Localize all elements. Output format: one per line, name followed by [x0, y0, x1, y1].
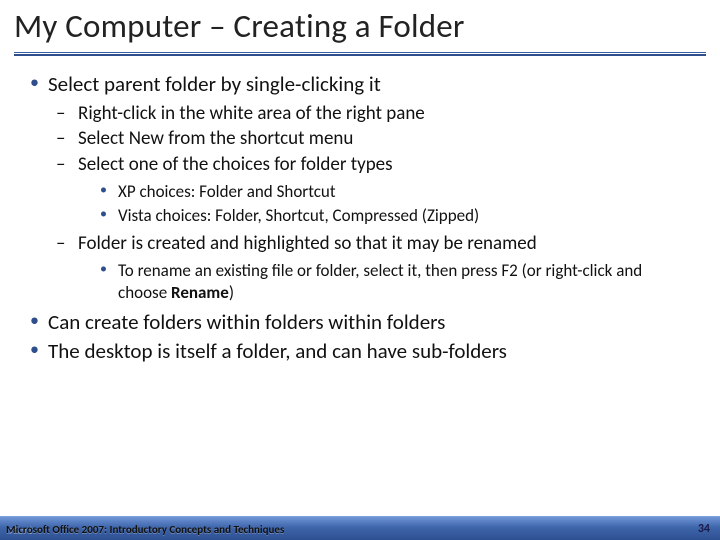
bullet-text: Right-click in the white area of the rig…: [78, 102, 425, 125]
list-item: Select parent folder by single-clicking …: [28, 72, 692, 304]
page-number: 34: [698, 522, 710, 536]
list-item: XP choices: Folder and Shortcut: [100, 181, 692, 203]
bullet-text-bold: Rename: [171, 282, 229, 303]
bullet-text: Can create folders within folders within…: [48, 309, 445, 335]
bullet-text: XP choices: Folder and Shortcut: [118, 181, 336, 202]
slide-title: My Computer – Creating a Folder: [14, 6, 706, 46]
bullet-text: Folder is created and highlighted so tha…: [78, 232, 537, 255]
slide: My Computer – Creating a Folder Select p…: [0, 0, 720, 540]
list-item: Right-click in the white area of the rig…: [56, 102, 692, 126]
bullet-text: Select one of the choices for folder typ…: [78, 153, 393, 176]
list-item: To rename an existing file or folder, se…: [100, 260, 692, 304]
title-block: My Computer – Creating a Folder: [0, 0, 720, 56]
sub-list: Right-click in the white area of the rig…: [48, 102, 692, 304]
bullet-text: Vista choices: Folder, Shortcut, Compres…: [118, 205, 479, 226]
sub-sub-list: To rename an existing file or folder, se…: [78, 260, 692, 304]
footer-left-text: Microsoft Office 2007: Introductory Conc…: [6, 523, 284, 536]
list-item: The desktop is itself a folder, and can …: [28, 339, 692, 365]
content-area: Select parent folder by single-clicking …: [0, 56, 720, 365]
list-item: Select New from the shortcut menu: [56, 127, 692, 151]
bullet-text: The desktop is itself a folder, and can …: [48, 338, 507, 364]
list-item: Select one of the choices for folder typ…: [56, 153, 692, 226]
bullet-text: Select New from the shortcut menu: [78, 127, 353, 150]
bullet-text: ): [229, 282, 234, 303]
sub-sub-list: XP choices: Folder and Shortcut Vista ch…: [78, 181, 692, 227]
bullet-list: Select parent folder by single-clicking …: [28, 72, 692, 365]
list-item: Vista choices: Folder, Shortcut, Compres…: [100, 205, 692, 227]
list-item: Can create folders within folders within…: [28, 310, 692, 336]
list-item: Folder is created and highlighted so tha…: [56, 232, 692, 303]
bullet-text: Select parent folder by single-clicking …: [48, 71, 381, 97]
